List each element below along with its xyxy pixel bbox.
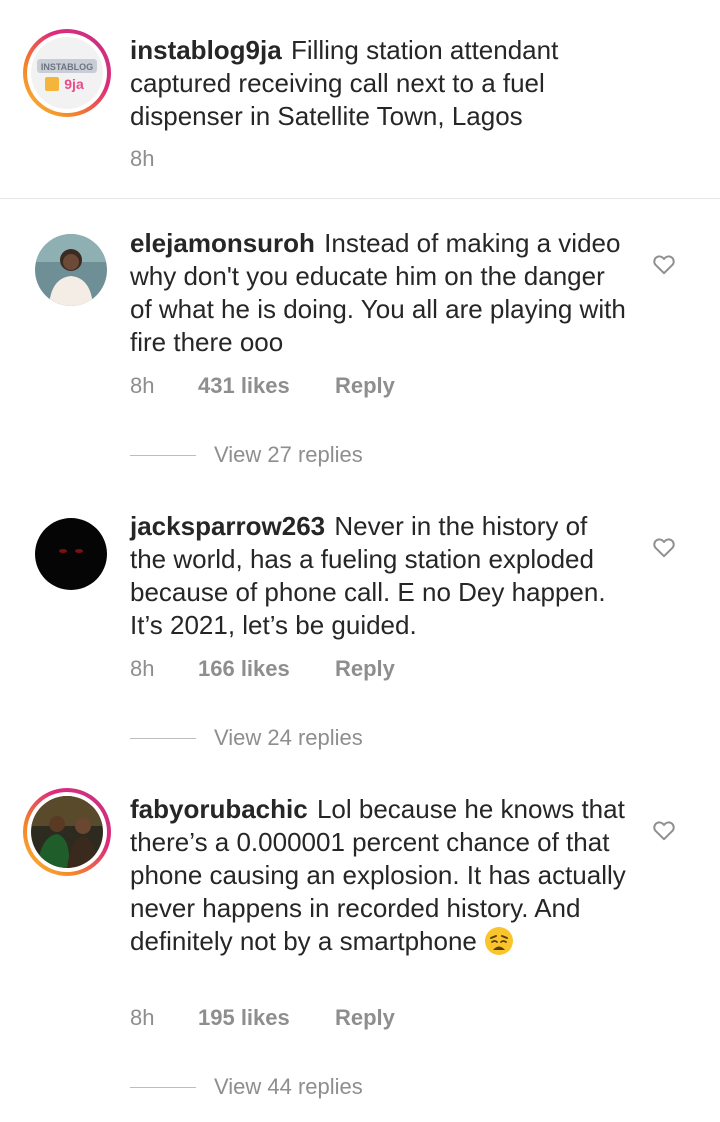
comment-username[interactable]: elejamonsuroh: [130, 228, 315, 258]
view-replies-button[interactable]: View 27 replies: [130, 439, 363, 471]
caption-meta: 8h: [130, 143, 198, 175]
comment-likes[interactable]: 195 likes: [198, 1002, 335, 1034]
heart-outline-icon[interactable]: [651, 817, 677, 843]
divider-line: [130, 454, 196, 456]
user-photo-icon: [35, 234, 107, 306]
caption-avatar[interactable]: INSTABLOG 9ja: [23, 29, 111, 117]
comment-username[interactable]: fabyorubachic: [130, 794, 308, 824]
svg-text:INSTABLOG: INSTABLOG: [41, 62, 93, 72]
view-replies-label: View 44 replies: [214, 1074, 363, 1099]
reply-button[interactable]: Reply: [335, 653, 395, 685]
view-replies-label: View 24 replies: [214, 725, 363, 750]
reply-button[interactable]: Reply: [335, 1002, 395, 1034]
comment-avatar[interactable]: [23, 506, 111, 594]
comment-username[interactable]: jacksparrow263: [130, 511, 325, 541]
comment-time: 8h: [130, 1005, 155, 1030]
comment-text: elejamonsuroh Instead of making a video …: [130, 227, 630, 359]
instablog-logo-icon: INSTABLOG 9ja: [31, 37, 103, 109]
view-replies-label: View 27 replies: [214, 442, 363, 467]
user-photo-icon: [35, 518, 107, 590]
comment-likes[interactable]: 166 likes: [198, 653, 335, 685]
caption-time: 8h: [130, 146, 155, 171]
comment-time: 8h: [130, 656, 155, 681]
divider-line: [130, 1086, 196, 1088]
comments-page: INSTABLOG 9ja instablog9ja Filling stati…: [0, 0, 720, 1122]
comment-meta: 8h 195 likes Reply: [130, 1002, 395, 1034]
view-replies-button[interactable]: View 24 replies: [130, 722, 363, 754]
comment-meta: 8h 431 likes Reply: [130, 370, 395, 402]
comment-meta: 8h 166 likes Reply: [130, 653, 395, 685]
user-photo-icon: [31, 796, 103, 868]
svg-text:9ja: 9ja: [64, 76, 84, 92]
comment-text: fabyorubachic Lol because he knows that …: [130, 793, 630, 964]
comment-likes[interactable]: 431 likes: [198, 370, 335, 402]
heart-outline-icon[interactable]: [651, 251, 677, 277]
comment-avatar[interactable]: [23, 788, 111, 876]
comment-avatar[interactable]: [23, 222, 111, 310]
caption-username[interactable]: instablog9ja: [130, 35, 282, 65]
divider-line: [130, 737, 196, 739]
post-caption: INSTABLOG 9ja instablog9ja Filling stati…: [0, 0, 720, 199]
reply-button[interactable]: Reply: [335, 370, 395, 402]
comment-text: jacksparrow263 Never in the history of t…: [130, 510, 630, 642]
comment-time: 8h: [130, 373, 155, 398]
caption-text: instablog9ja Filling station attendant c…: [130, 34, 630, 133]
view-replies-button[interactable]: View 44 replies: [130, 1071, 363, 1103]
heart-outline-icon[interactable]: [651, 534, 677, 560]
weary-face-emoji-icon: [484, 926, 514, 964]
